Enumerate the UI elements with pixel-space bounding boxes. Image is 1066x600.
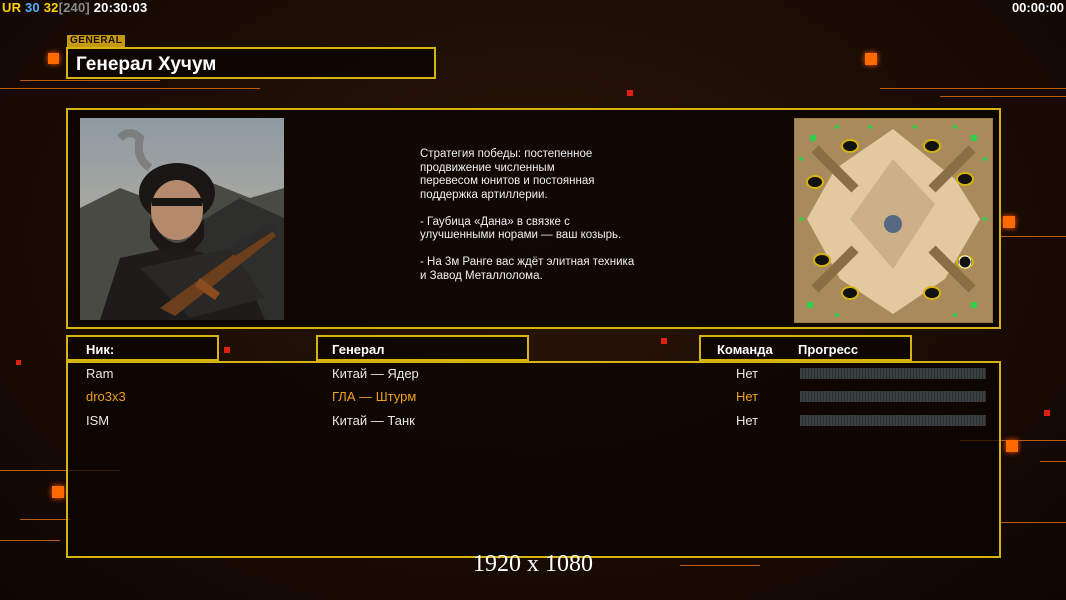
decor-line: [1000, 236, 1066, 237]
player-nick: dro3x3: [86, 389, 126, 404]
column-header-nick: Ник:: [66, 335, 219, 361]
hud-fps-logic: 32: [43, 0, 59, 15]
general-tag: GENERAL: [67, 35, 126, 47]
game-timer: 00:00:00: [1011, 0, 1064, 15]
player-row[interactable]: Ram Китай — Ядер Нет: [68, 363, 999, 385]
player-progress-bar: [800, 391, 986, 402]
column-general-label: Генерал: [332, 342, 385, 357]
decor-square: [661, 338, 667, 344]
general-title: Генерал Хучум: [76, 54, 217, 75]
decor-line: [20, 519, 70, 520]
decor-square: [16, 360, 21, 365]
general-portrait: [80, 118, 284, 320]
player-general: Китай — Танк: [332, 413, 415, 428]
decor-square: [1006, 440, 1018, 452]
general-description: Стратегия победы: постепенное продвижени…: [420, 148, 635, 282]
decor-line: [1040, 461, 1066, 462]
resolution-caption: 1920 x 1080: [473, 551, 593, 577]
map-preview[interactable]: [794, 118, 993, 323]
decor-square: [224, 347, 230, 353]
decor-line: [880, 88, 1066, 89]
column-header-general: Генерал: [316, 335, 529, 361]
column-header-team: Команда Прогресс: [699, 335, 912, 361]
decor-square: [48, 53, 59, 64]
decor-square: [865, 53, 877, 65]
column-progress-label: Прогресс: [798, 342, 859, 357]
decor-square: [1044, 410, 1050, 416]
decor-line: [1000, 522, 1066, 523]
player-progress-bar: [800, 368, 986, 379]
decor-line: [0, 540, 60, 541]
decor-line: [20, 80, 160, 81]
player-row[interactable]: ISM Китай — Танк Нет: [68, 410, 999, 432]
decor-line: [0, 88, 260, 89]
player-team: Нет: [736, 389, 759, 404]
decor-square: [627, 90, 633, 96]
player-list: Ram Китай — Ядер Нет dro3x3 ГЛА — Штурм …: [66, 361, 1001, 558]
decor-line: [940, 96, 1066, 97]
decor-square: [1003, 216, 1015, 228]
hud-fps: 30: [25, 0, 40, 15]
hud-ur: UR: [2, 0, 22, 15]
general-info-panel: Стратегия победы: постепенное продвижени…: [66, 108, 1001, 329]
player-nick: ISM: [86, 413, 110, 428]
hud-fps-limit: [240]: [58, 0, 90, 15]
column-nick-label: Ник:: [86, 342, 115, 357]
player-team: Нет: [736, 366, 759, 381]
fps-counter: UR 30 32[240] 20:30:03: [2, 0, 147, 15]
player-progress-bar: [800, 415, 986, 426]
player-general: ГЛА — Штурм: [332, 389, 417, 404]
player-team: Нет: [736, 413, 759, 428]
player-nick: Ram: [86, 366, 114, 381]
decor-square: [52, 486, 64, 498]
player-row[interactable]: dro3x3 ГЛА — Штурм Нет: [68, 386, 999, 408]
hud-clock: 20:30:03: [93, 0, 148, 15]
general-title-box: Генерал Хучум: [66, 47, 436, 79]
column-team-label: Команда: [717, 342, 773, 357]
player-general: Китай — Ядер: [332, 366, 419, 381]
